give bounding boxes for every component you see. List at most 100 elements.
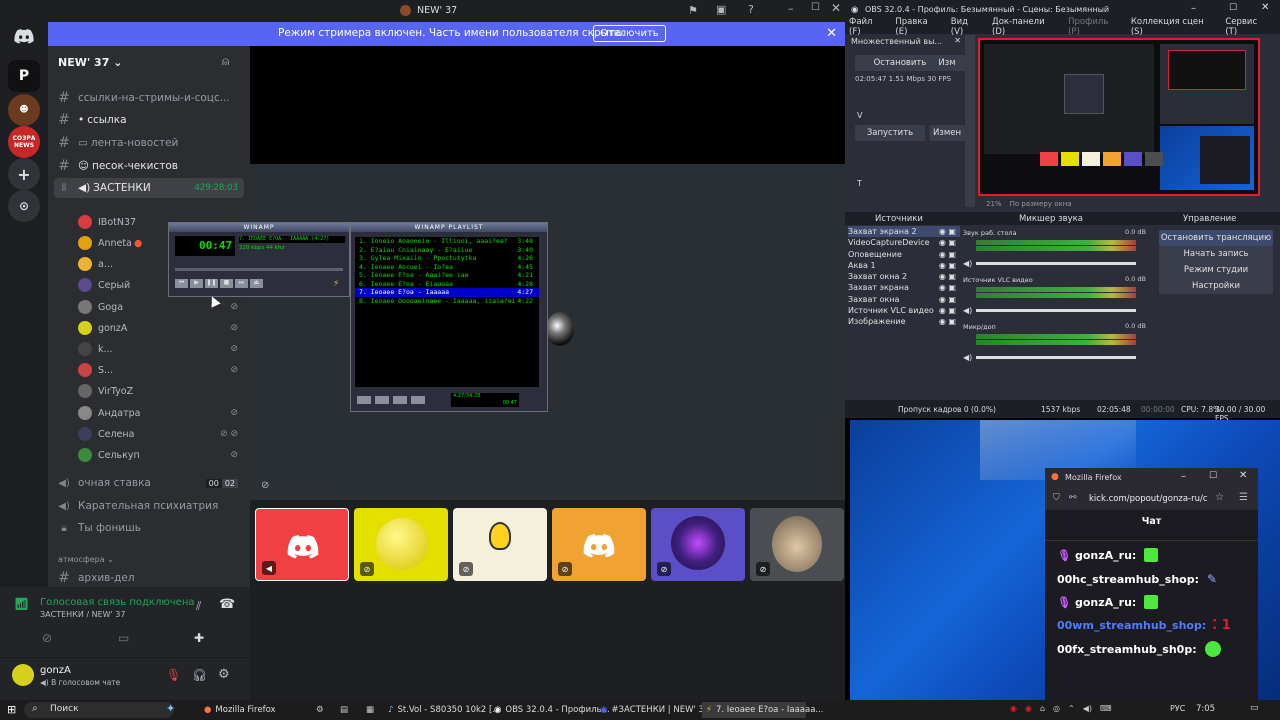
chat-username[interactable]: 00hc_streamhub_shop: (1057, 573, 1199, 586)
playlist-item[interactable]: 2. E?aiau Cniainaay - E?aiiue 3:40 (355, 246, 539, 255)
menu-edit[interactable]: Правка (E) (895, 17, 940, 37)
participant-tile[interactable]: ⊘ (453, 508, 547, 581)
discord-home-icon[interactable] (8, 20, 40, 52)
server-name[interactable]: NEW' 37 ⌄ (58, 56, 122, 69)
source-item[interactable]: Изображение ◉ ▣ (848, 316, 960, 327)
edit-output-button[interactable]: Измен (929, 125, 965, 141)
chat-username[interactable]: gonzA_ru: (1075, 549, 1136, 562)
participant-tile[interactable]: ⊘ (651, 508, 745, 581)
zoom-level[interactable]: 21% (986, 200, 1002, 210)
start-output-button[interactable]: Запустить (855, 125, 925, 141)
username[interactable]: gonzA (40, 665, 71, 676)
source-item[interactable]: Источник VLC видео ◉ ▣ (848, 305, 960, 316)
edit-stop-button[interactable]: Изм (929, 55, 965, 71)
start-recording-button[interactable]: Начать запись (1159, 246, 1273, 262)
voice-user[interactable]: S... ⊘ (78, 360, 248, 380)
play-icon[interactable]: ▶ (190, 279, 203, 288)
search-box[interactable]: ⌕ Поиск (24, 702, 174, 718)
menu-tools[interactable]: Сервис (T) (1225, 17, 1270, 37)
dock-scrollbar[interactable] (965, 35, 975, 207)
eye-lock-icon[interactable]: ◉ ▣ (939, 294, 956, 305)
voice-user[interactable]: Селькуп ⊘ (78, 445, 248, 465)
volume-icon[interactable]: ◀) (963, 306, 972, 315)
notifications-icon[interactable]: ▭ (1250, 703, 1259, 713)
avatar[interactable] (12, 664, 34, 686)
inbox-flag-icon[interactable]: ⚑ (688, 4, 698, 17)
tray-app-icon[interactable]: ◉ (1010, 704, 1017, 713)
volume-slider[interactable] (976, 309, 1136, 312)
start-windows-icon[interactable]: ⊞ (7, 703, 16, 716)
select-icon[interactable] (393, 396, 407, 404)
camera-off-icon[interactable]: ⊘ (42, 631, 52, 645)
voice-user[interactable]: VirTyoZ (78, 381, 248, 401)
add-icon[interactable] (357, 396, 371, 404)
network-icon[interactable]: ⌨ (1100, 704, 1112, 713)
volume-slider[interactable] (976, 356, 1136, 359)
voice-channel-item[interactable]: ⦀ ◀) ЗАСТЕНКИ 429:28:03 (54, 178, 244, 198)
minimize-icon[interactable]: – (788, 2, 794, 15)
menu-docks[interactable]: Док-панели (D) (992, 17, 1058, 37)
playlist-item[interactable]: 8. Ieoaee Ooooaeinaee - Iaaaaa, iiaia?ei… (355, 297, 539, 306)
close-icon[interactable]: ✕ (1239, 470, 1247, 481)
volume-icon[interactable]: ◀) (963, 353, 972, 362)
channel-item[interactable]: # ☺ песок-чекистов (54, 156, 244, 176)
voice-channel-item[interactable]: ◀) очная ставка 00 02 (54, 473, 244, 493)
eye-lock-icon[interactable]: ◉ ▣ (939, 271, 956, 282)
chat-username[interactable]: 00wm_streamhub_shop: (1057, 619, 1206, 632)
download-icon[interactable]: ▣ (716, 3, 726, 16)
site-info-icon[interactable]: ⚯ (1069, 493, 1077, 503)
shield-icon[interactable]: ⛉ (1053, 493, 1060, 503)
tray-app-icon[interactable]: ⌂ (1040, 704, 1045, 713)
settings-gear-icon[interactable]: ⚙ (218, 667, 230, 682)
source-item[interactable]: VideoCaptureDevice ◉ ▣ (848, 237, 960, 248)
activities-icon[interactable]: ✚ (194, 631, 204, 645)
mute-icon[interactable]: ⊘ (261, 480, 269, 491)
source-item[interactable]: Оповещение ◉ ▣ (848, 249, 960, 260)
settings-button[interactable]: Настройки (1159, 278, 1273, 294)
voice-user[interactable]: Селена ⊘ ⊘ (78, 424, 248, 444)
menu-file[interactable]: Файл (F) (849, 17, 885, 37)
pause-icon[interactable]: ❚❚ (205, 279, 218, 288)
playlist-item[interactable]: 3. Gylea Mixaiin - Ppoctutytka 4:26 (355, 254, 539, 263)
next-icon[interactable]: ⏭ (235, 279, 248, 288)
chat-username[interactable]: gonzA_ru: (1075, 596, 1136, 609)
chat-username[interactable]: 00fx_streamhub_sh0p: (1057, 643, 1197, 656)
stop-icon[interactable]: ■ (220, 279, 233, 288)
screen-share-icon[interactable]: ▭ (118, 631, 129, 645)
tray-app-icon[interactable]: ◎ (1053, 704, 1060, 713)
source-item[interactable]: Захват экрана 2 ◉ ▣ (848, 226, 960, 238)
volume-icon[interactable]: ◀) (1083, 704, 1092, 713)
playlist-item[interactable]: 6. Ieoaee E?oa - Eiauoaa 4:28 (355, 280, 539, 289)
minimize-icon[interactable]: – (1191, 3, 1196, 14)
participant-tile[interactable]: ⊘ (750, 508, 844, 581)
source-item[interactable]: Аква 1 ◉ ▣ (848, 260, 960, 271)
menu-view[interactable]: Вид (V) (951, 17, 982, 37)
url-field[interactable]: kick.com/popout/gonza-ru/c (1089, 494, 1208, 504)
noise-icon[interactable]: ⫽ (196, 599, 201, 614)
disable-streamer-mode-button[interactable]: Отключить (593, 25, 666, 42)
server-news-icon[interactable]: СОЗРА NEWS (8, 126, 40, 158)
winamp-seekbar[interactable] (175, 268, 343, 271)
studio-mode-button[interactable]: Режим студии (1159, 262, 1273, 278)
taskbar-app[interactable]: ▦ (362, 702, 380, 718)
taskbar-app[interactable]: ▤ (336, 702, 354, 718)
headphones-icon[interactable]: 🎧︎ (192, 668, 207, 682)
playlist-item[interactable]: 5. Ieoaee E?oa - Aaai?ee iae 4:21 (355, 271, 539, 280)
dock-close-icon[interactable]: ✕ (954, 36, 961, 45)
taskbar-winamp[interactable]: ⚡ 7. Ieoaee E?oa - Iaaaaa... (702, 702, 824, 718)
banner-close-icon[interactable]: ✕ (826, 26, 837, 41)
voice-user[interactable]: Андатра ⊘ (78, 403, 248, 423)
taskbar-app[interactable]: ♪ St.Vol - S80350 10k2 [... (384, 702, 500, 718)
eject-icon[interactable]: ⏏ (250, 279, 263, 288)
server-avatar-icon[interactable]: ☻ (8, 94, 40, 126)
taskbar-obs[interactable]: ◉ OBS 32.0.4 - Профиль... (490, 702, 610, 718)
maximize-icon[interactable]: ☐ (1229, 3, 1237, 13)
taskbar-discord[interactable]: ◉ #ЗАСТЕНКИ | NEW' 3... (596, 702, 712, 718)
playlist-item[interactable]: 4. Ieoaee Aocuei - Io?ea 4:45 (355, 263, 539, 272)
voice-user[interactable]: gonzA ⊘ (78, 318, 248, 338)
chevron-up-icon[interactable]: ⌃ (1068, 704, 1075, 713)
participant-tile[interactable]: ⊘ (354, 508, 448, 581)
invite-icon[interactable]: ⍝ (222, 54, 229, 69)
channel-item[interactable]: # ссылки-на-стримы-и-соцс... (54, 88, 244, 108)
playlist-item[interactable]: 1. Iooeio Aoaonoio - Illiooi, aaai?ea? 3:… (355, 237, 539, 246)
